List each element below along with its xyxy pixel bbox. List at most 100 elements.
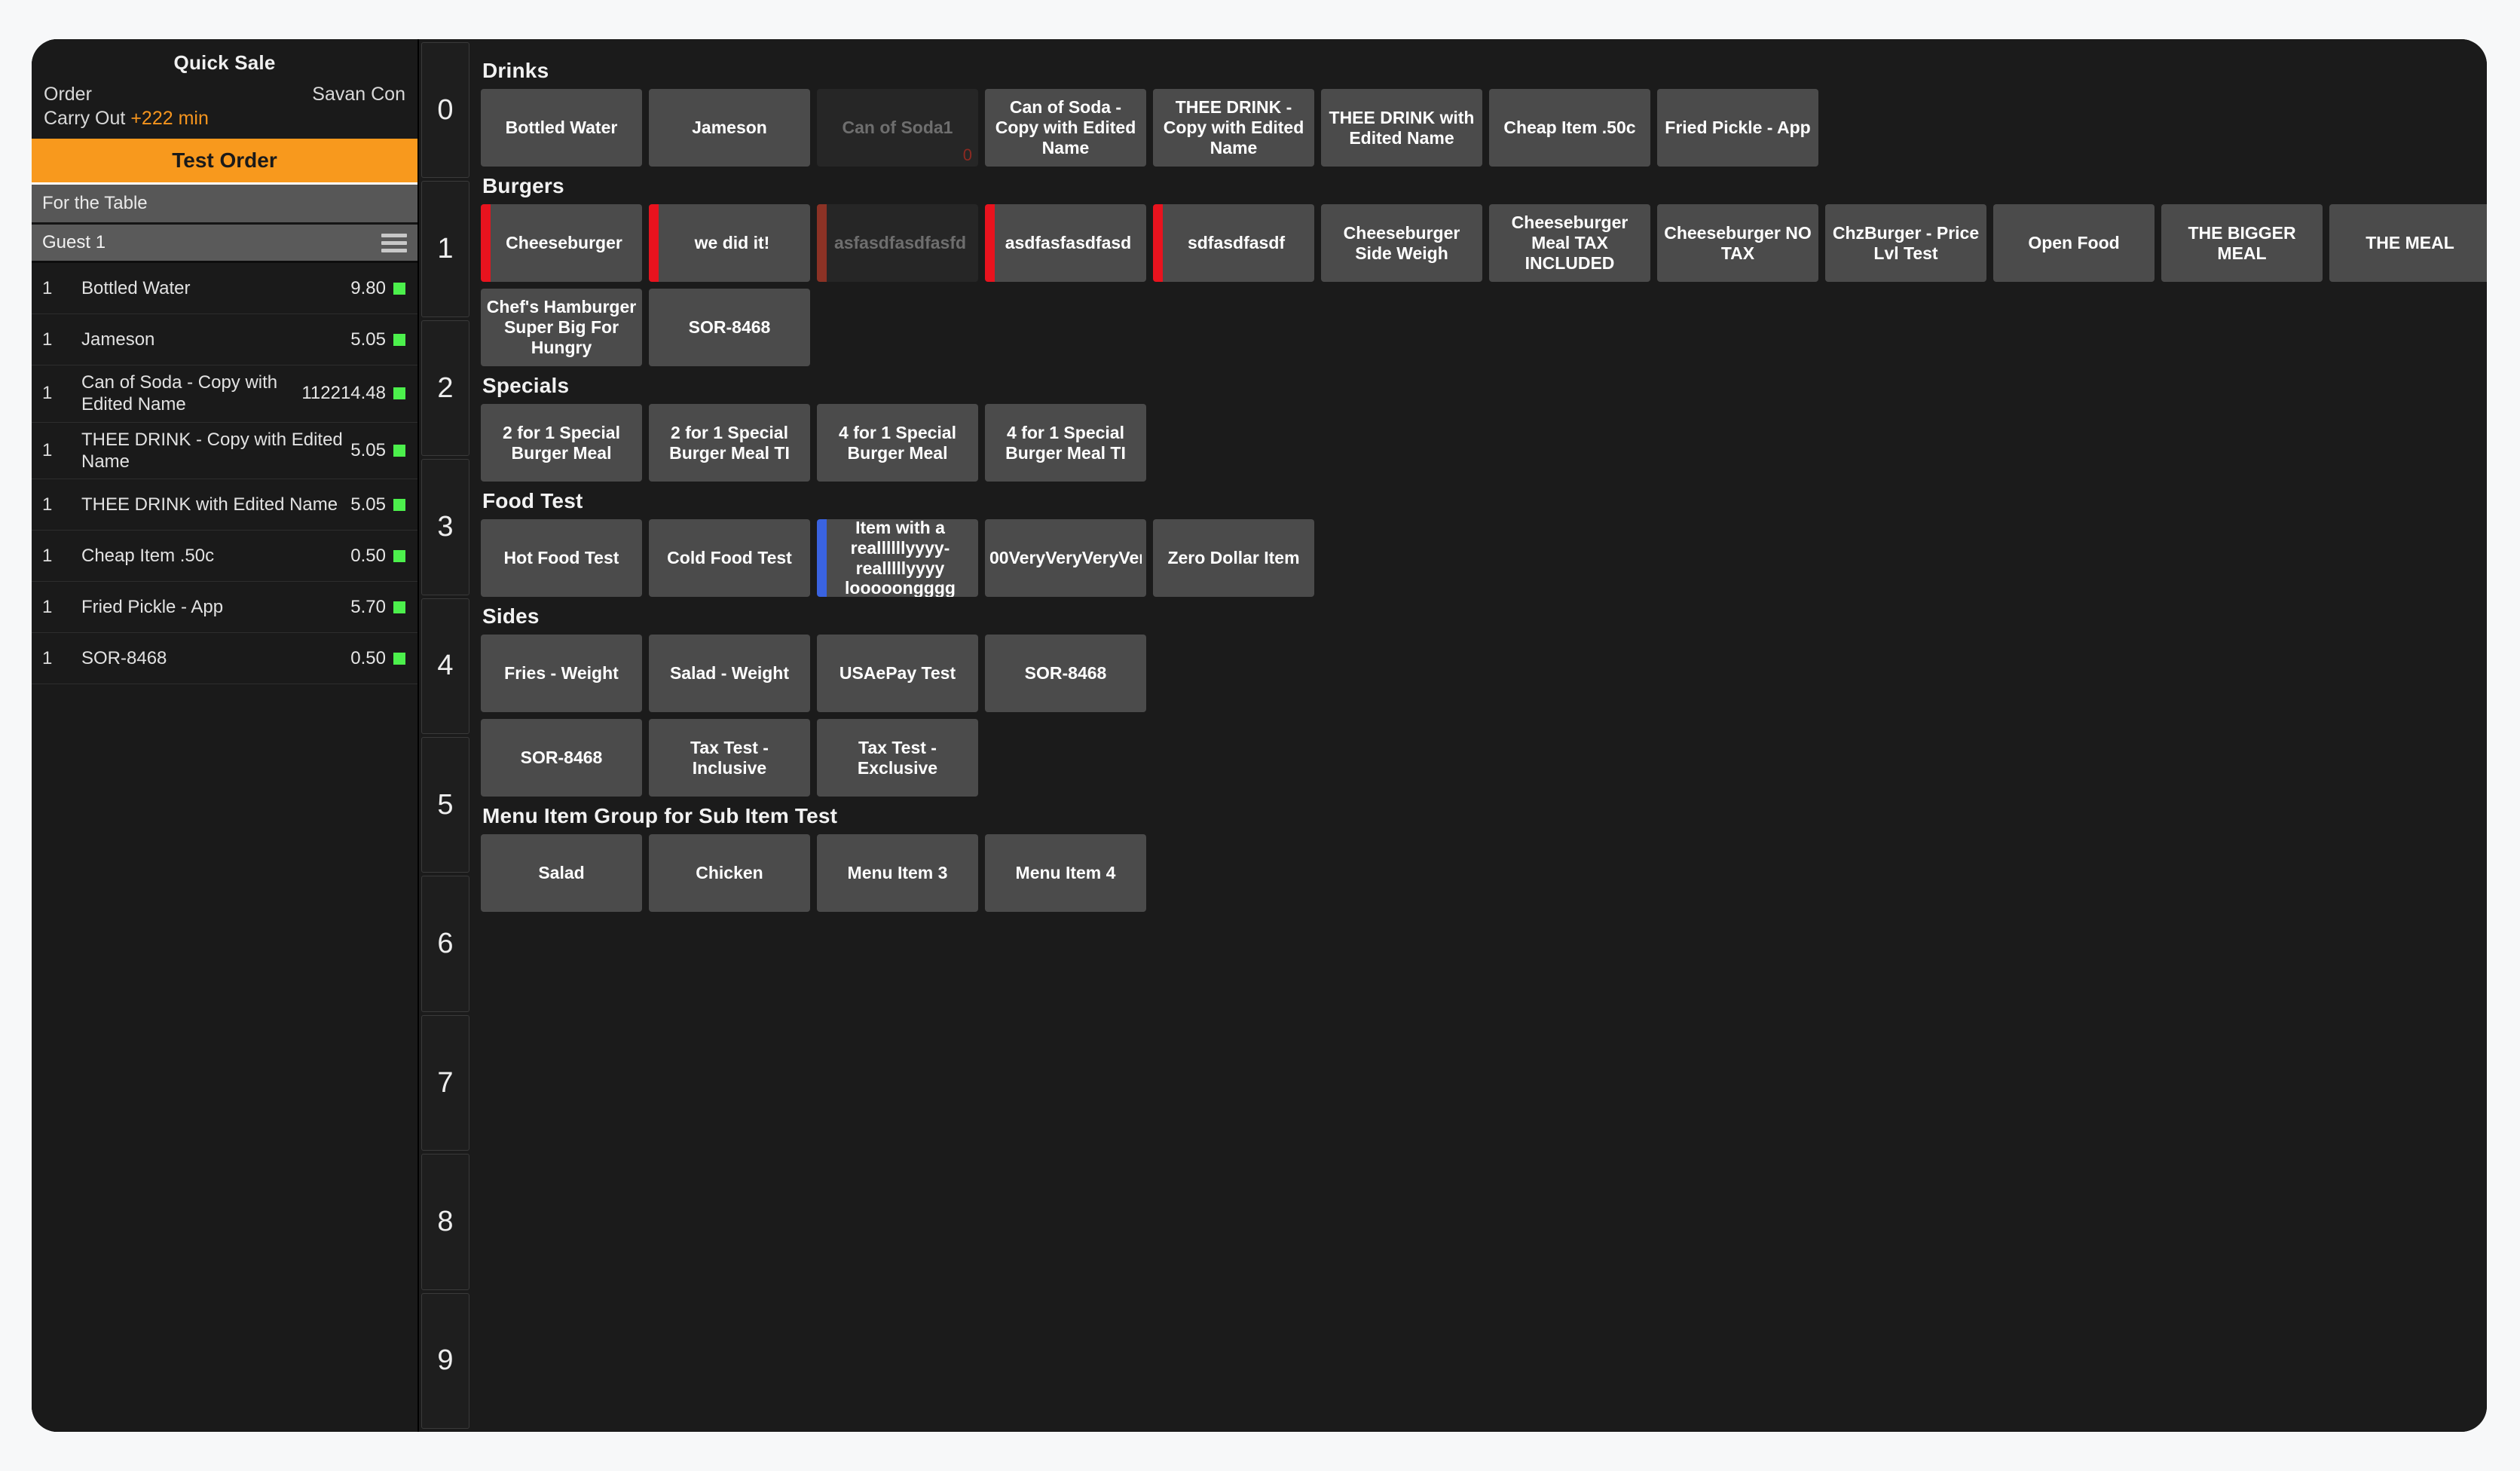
for-the-table-row[interactable]: For the Table: [32, 185, 417, 225]
order-item-status-indicator: [393, 333, 405, 346]
page-button-6[interactable]: 6: [421, 876, 469, 1012]
order-item-row[interactable]: 1 Bottled Water 9.80: [32, 263, 417, 314]
order-item-status-indicator: [393, 549, 405, 562]
menu-item-label: Fried Pickle - App: [1665, 118, 1811, 138]
menu-item-button[interactable]: Cheeseburger: [481, 204, 642, 282]
order-item-qty: 1: [42, 277, 53, 298]
page-button-8[interactable]: 8: [421, 1154, 469, 1290]
menu-item-button[interactable]: we did it!: [649, 204, 810, 282]
menu-item-label: Can of Soda - Copy with Edited Name: [995, 97, 1136, 157]
menu-item-button[interactable]: Fried Pickle - App: [1657, 89, 1818, 167]
server-name: Savan Con: [312, 84, 405, 105]
order-item-qty: 1: [42, 439, 53, 460]
page-button-0[interactable]: 0: [421, 42, 469, 179]
order-item-name: Cheap Item .50c: [81, 545, 215, 566]
order-item-row[interactable]: 1 THEE DRINK with Edited Name 5.05: [32, 479, 417, 531]
menu-item-button[interactable]: SOR-8468: [649, 289, 810, 366]
menu-item-button[interactable]: Chicken: [649, 834, 810, 912]
order-panel: Quick Sale Order Savan Con Carry Out +22…: [32, 39, 419, 1432]
menu-item-button[interactable]: Salad - Weight: [649, 635, 810, 712]
menu-item-label: 4 for 1 Special Burger Meal TI: [1005, 422, 1126, 463]
order-item-price: 5.05: [350, 329, 386, 350]
page-button-2[interactable]: 2: [421, 320, 469, 457]
menu-item-button[interactable]: Cheeseburger Side Weigh: [1321, 204, 1482, 282]
menu-item-button[interactable]: THEE DRINK with Edited Name: [1321, 89, 1482, 167]
menu-item-button[interactable]: 4 for 1 Special Burger Meal: [817, 404, 978, 482]
menu-item-button[interactable]: Jameson: [649, 89, 810, 167]
menu-item-button[interactable]: Menu Item 3: [817, 834, 978, 912]
menu-section-title: Drinks: [482, 59, 549, 82]
menu-item-button[interactable]: ChzBurger - Price Lvl Test: [1825, 204, 1986, 282]
menu-item-label: Chef's Hamburger Super Big For Hungry: [486, 297, 637, 357]
menu-item-button[interactable]: THE BIGGER MEAL: [2161, 204, 2323, 282]
menu-item-button[interactable]: 00VeryVeryVeryVery: [985, 519, 1146, 597]
page-button-7[interactable]: 7: [421, 1014, 469, 1151]
menu-item-button[interactable]: Menu Item 4: [985, 834, 1146, 912]
order-item-price: 5.05: [350, 494, 386, 515]
menu-item-button[interactable]: Open Food: [1993, 204, 2155, 282]
guest-row[interactable]: Guest 1: [32, 225, 417, 263]
menu-item-button: asfasdfasdfasfd: [817, 204, 978, 282]
menu-item-button[interactable]: Hot Food Test: [481, 519, 642, 597]
menu-item-button[interactable]: Cold Food Test: [649, 519, 810, 597]
menu-item-label: Menu Item 3: [847, 863, 948, 883]
order-item-row[interactable]: 1 Can of Soda - Copy with Edited Name 1122…: [32, 365, 417, 423]
item-count-badge: 0: [962, 145, 972, 165]
menu-item-label: Tax Test - Inclusive: [690, 737, 769, 778]
menu-item-button[interactable]: SOR-8468: [481, 719, 642, 797]
page-button-5[interactable]: 5: [421, 737, 469, 873]
menu-item-label: Tax Test - Exclusive: [857, 737, 938, 778]
menu-item-button[interactable]: Tax Test - Exclusive: [817, 719, 978, 797]
menu-item-button[interactable]: Cheap Item .50c: [1489, 89, 1650, 167]
menu-item-button[interactable]: asdfasfasdfasd: [985, 204, 1146, 282]
menu-item-button[interactable]: Cheeseburger Meal TAX INCLUDED: [1489, 204, 1650, 282]
menu-item-button[interactable]: Fries - Weight: [481, 635, 642, 712]
menu-item-button[interactable]: Bottled Water: [481, 89, 642, 167]
order-item-price: 5.05: [350, 439, 386, 460]
order-item-row[interactable]: 1 SOR-8468 0.50: [32, 633, 417, 685]
menu-item-button[interactable]: sdfasdfasdf: [1153, 204, 1314, 282]
page-button-3[interactable]: 3: [421, 459, 469, 595]
menu-item-button[interactable]: 2 for 1 Special Burger Meal TI: [649, 404, 810, 482]
menu-item-button[interactable]: 2 for 1 Special Burger Meal: [481, 404, 642, 482]
guest-label: Guest 1: [42, 232, 106, 252]
menu-item-button[interactable]: THE MEAL: [2329, 204, 2487, 282]
menu-item-button[interactable]: Item with a reallllllyyyy-realllllyyyy l…: [817, 519, 978, 597]
order-item-status-indicator: [393, 387, 405, 400]
menu-item-button[interactable]: 4 for 1 Special Burger Meal TI: [985, 404, 1146, 482]
menu-grid-area: Drinks Bottled Water Jameson Can of Soda1 0 C…: [472, 39, 2487, 1432]
order-item-name: Can of Soda - Copy with Edited Name: [81, 372, 278, 415]
menu-item-button[interactable]: SOR-8468: [985, 635, 1146, 712]
menu-item-button[interactable]: Chef's Hamburger Super Big For Hungry: [481, 289, 642, 366]
order-item-status-indicator: [393, 444, 405, 457]
menu-item-label: sdfasdfasdf: [1187, 233, 1286, 253]
menu-item-label: Item with a reallllllyyyy-realllllyyyy l…: [845, 519, 956, 597]
order-item-qty: 1: [42, 383, 53, 404]
menu-item-label: 2 for 1 Special Burger Meal: [503, 422, 620, 463]
service-type-label: Carry Out: [44, 108, 126, 129]
menu-item-button[interactable]: USAePay Test: [817, 635, 978, 712]
menu-item-label: SOR-8468: [520, 748, 603, 768]
menu-item-label: 4 for 1 Special Burger Meal: [839, 422, 956, 463]
page-button-1[interactable]: 1: [421, 181, 469, 317]
order-name-banner[interactable]: Test Order: [32, 139, 417, 185]
order-item-name: Jameson: [81, 329, 155, 350]
page-button-4[interactable]: 4: [421, 598, 469, 735]
order-item-row[interactable]: 1 Cheap Item .50c 0.50: [32, 531, 417, 583]
order-item-row[interactable]: 1 THEE DRINK - Copy with Edited Name 5.05: [32, 423, 417, 480]
menu-item-button[interactable]: Zero Dollar Item: [1153, 519, 1314, 597]
hamburger-menu-icon[interactable]: [381, 233, 407, 252]
menu-section-title: Menu Item Group for Sub Item Test: [482, 804, 838, 827]
order-item-row[interactable]: 1 Jameson 5.05: [32, 314, 417, 365]
menu-item-label: SOR-8468: [1024, 663, 1107, 684]
menu-item-button[interactable]: Cheeseburger NO TAX: [1657, 204, 1818, 282]
order-item-row[interactable]: 1 Fried Pickle - App 5.70: [32, 582, 417, 634]
page-button-9[interactable]: 9: [421, 1292, 469, 1430]
order-item-price: 5.70: [350, 596, 386, 617]
order-item-name: Bottled Water: [81, 277, 191, 298]
menu-button-row: Salad Chicken Menu Item 3 Menu Item 4: [481, 834, 2487, 912]
menu-item-button[interactable]: Tax Test - Inclusive: [649, 719, 810, 797]
menu-item-button[interactable]: Can of Soda - Copy with Edited Name: [985, 89, 1146, 167]
menu-item-button[interactable]: Salad: [481, 834, 642, 912]
menu-item-button[interactable]: THEE DRINK - Copy with Edited Name: [1153, 89, 1314, 167]
